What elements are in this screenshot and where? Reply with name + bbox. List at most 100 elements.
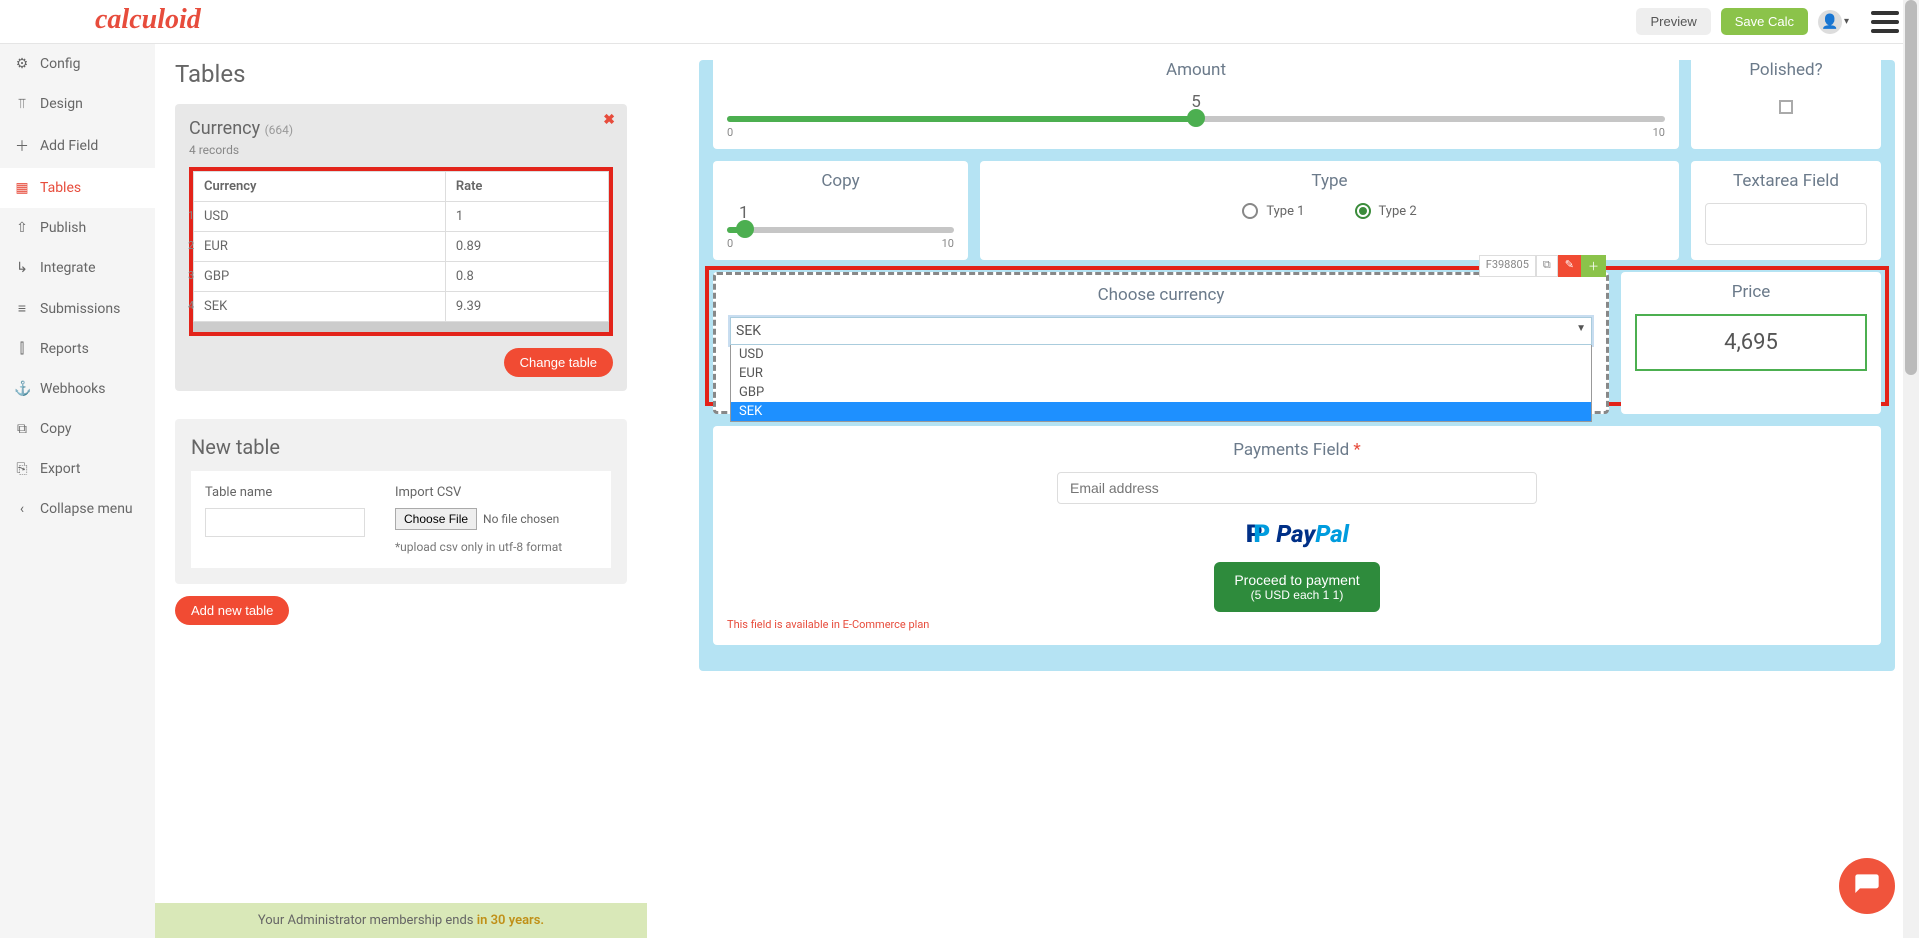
- copy-id-icon[interactable]: ⧉: [1536, 255, 1558, 277]
- price-title: Price: [1635, 282, 1867, 302]
- sidebar-item-submissions[interactable]: ≡ Submissions: [0, 288, 155, 329]
- publish-icon: ⇧: [14, 220, 30, 236]
- sidebar-label: Tables: [40, 180, 81, 196]
- panel-heading: Tables: [175, 60, 627, 88]
- webhooks-icon: ⚓: [14, 381, 30, 397]
- hamburger-menu-icon[interactable]: [1871, 11, 1899, 33]
- table-scroll[interactable]: [193, 322, 609, 332]
- type-radio-1[interactable]: Type 1: [1242, 203, 1304, 219]
- records-label: 4 records: [189, 143, 613, 157]
- sidebar-item-export[interactable]: ⎘ Export: [0, 449, 155, 489]
- col-rate: Rate: [445, 172, 608, 202]
- logo: calculoid: [95, 4, 201, 36]
- currency-table: Currency Rate 1USD12EUR0.893GBP0.84SEK9.…: [193, 171, 609, 322]
- currency-dropdown-list: USD EUR GBP SEK: [730, 345, 1592, 422]
- textarea-input[interactable]: [1705, 203, 1867, 245]
- amount-slider[interactable]: [727, 116, 1665, 122]
- sidebar-item-tables[interactable]: ▦Tables: [0, 168, 155, 208]
- field-toolbar: F398805 ⧉ ✎ ＋: [1479, 255, 1606, 277]
- currency-option-sek[interactable]: SEK: [731, 402, 1591, 421]
- sidebar-item-publish[interactable]: ⇧ Publish: [0, 208, 155, 248]
- gear-icon: ⚙: [14, 56, 30, 72]
- paypal-logo: 𝗣𝗣PayPal: [727, 520, 1867, 548]
- currency-card[interactable]: F398805 ⧉ ✎ ＋ Choose currency SEK ▼ USD: [713, 272, 1609, 414]
- copy-slider[interactable]: [727, 227, 954, 233]
- slider-thumb[interactable]: [1187, 109, 1205, 127]
- sidebar-label: Submissions: [40, 301, 120, 317]
- proceed-payment-button[interactable]: Proceed to payment (5 USD each 1 1): [1214, 562, 1379, 612]
- price-value: 4,695: [1635, 314, 1867, 371]
- type-radio-2[interactable]: Type 2: [1355, 203, 1417, 219]
- table-row[interactable]: 3GBP0.8: [194, 262, 609, 292]
- textarea-card: Textarea Field: [1691, 161, 1881, 260]
- currency-option-usd[interactable]: USD: [731, 345, 1591, 364]
- export-icon: ⎘: [14, 461, 30, 477]
- design-icon: ⫪: [14, 96, 30, 112]
- calculator-preview: Amount 5 010 Polished? Copy 1: [647, 44, 1919, 938]
- table-row[interactable]: 1USD1: [194, 202, 609, 232]
- sidebar-item-reports[interactable]: ⫿Reports: [0, 329, 155, 369]
- chat-bubble-icon[interactable]: [1839, 858, 1895, 914]
- save-calc-button[interactable]: Save Calc: [1721, 8, 1808, 35]
- sidebar-item-webhooks[interactable]: ⚓ Webhooks: [0, 369, 155, 409]
- sidebar-label: Config: [40, 56, 80, 72]
- close-icon[interactable]: ✖: [603, 112, 615, 128]
- email-input[interactable]: [1057, 472, 1537, 504]
- sidebar-item-collapse[interactable]: ‹Collapse menu: [0, 489, 155, 529]
- import-csv-label: Import CSV: [395, 485, 562, 500]
- edit-field-icon[interactable]: ✎: [1558, 255, 1581, 277]
- slider-thumb[interactable]: [736, 220, 754, 238]
- copy-value: 1: [739, 203, 954, 223]
- type-card: Type Type 1 Type 2: [980, 161, 1679, 260]
- sidebar-item-copy[interactable]: ⧉Copy: [0, 409, 155, 449]
- add-new-table-button[interactable]: Add new table: [175, 596, 289, 625]
- polished-checkbox[interactable]: [1779, 100, 1793, 114]
- polished-card: Polished?: [1691, 50, 1881, 149]
- copy-title: Copy: [727, 171, 954, 191]
- sidebar-label: Add Field: [40, 138, 98, 154]
- sidebar-label: Collapse menu: [40, 501, 133, 517]
- sidebar-label: Integrate: [40, 260, 96, 276]
- new-table-box: New table Table name Import CSV Choose F…: [175, 419, 627, 584]
- sidebar-item-design[interactable]: ⫪ Design: [0, 84, 155, 124]
- sidebar-item-addfield[interactable]: ＋Add Field: [0, 124, 155, 168]
- sidebar-item-config[interactable]: ⚙ Config: [0, 44, 155, 84]
- payments-card: Payments Field * 𝗣𝗣PayPal Proceed to pay…: [713, 426, 1881, 645]
- table-row[interactable]: 4SEK9.39: [194, 292, 609, 322]
- polished-title: Polished?: [1705, 60, 1867, 80]
- table-row[interactable]: 2EUR0.89: [194, 232, 609, 262]
- sidebar-label: Webhooks: [40, 381, 106, 397]
- col-currency: Currency: [194, 172, 446, 202]
- currency-table-box: ✖ Currency (664) 4 records Currency Rate…: [175, 104, 627, 391]
- table-name-input[interactable]: [205, 508, 365, 537]
- textarea-title: Textarea Field: [1705, 171, 1867, 191]
- sidebar-label: Export: [40, 461, 80, 477]
- copy-card: Copy 1 010: [713, 161, 968, 260]
- user-menu[interactable]: 👤 ▾: [1818, 10, 1849, 34]
- field-id-badge: F398805: [1479, 255, 1536, 277]
- avatar-icon: 👤: [1818, 10, 1842, 34]
- sidebar-item-integrate[interactable]: ↳Integrate: [0, 248, 155, 288]
- chevron-down-icon: ▼: [1576, 323, 1586, 334]
- add-field-icon[interactable]: ＋: [1581, 255, 1606, 277]
- ecommerce-note: This field is available in E-Commerce pl…: [727, 618, 1867, 631]
- table-name-label: Table name: [205, 485, 365, 500]
- sidebar-label: Design: [40, 96, 83, 112]
- currency-title: Choose currency: [730, 285, 1592, 305]
- currency-option-gbp[interactable]: GBP: [731, 383, 1591, 402]
- sidebar: ⚙ Config ⫪ Design ＋Add Field ▦Tables ⇧ Publ…: [0, 44, 155, 938]
- top-nav: calculoid Preview Save Calc 👤 ▾: [0, 0, 1919, 44]
- currency-option-eur[interactable]: EUR: [731, 364, 1591, 383]
- type-title: Type: [994, 171, 1665, 191]
- amount-card: Amount 5 010: [713, 50, 1679, 149]
- preview-button[interactable]: Preview: [1636, 8, 1710, 35]
- choose-file-button[interactable]: Choose File: [395, 508, 477, 530]
- change-table-button[interactable]: Change table: [504, 348, 613, 377]
- sidebar-label: Reports: [40, 341, 89, 357]
- submissions-icon: ≡: [14, 300, 30, 317]
- sidebar-label: Publish: [40, 220, 86, 236]
- page-scrollbar[interactable]: [1903, 0, 1919, 938]
- amount-title: Amount: [727, 60, 1665, 80]
- currency-select[interactable]: SEK ▼: [730, 317, 1592, 345]
- payments-title: Payments Field *: [727, 440, 1867, 460]
